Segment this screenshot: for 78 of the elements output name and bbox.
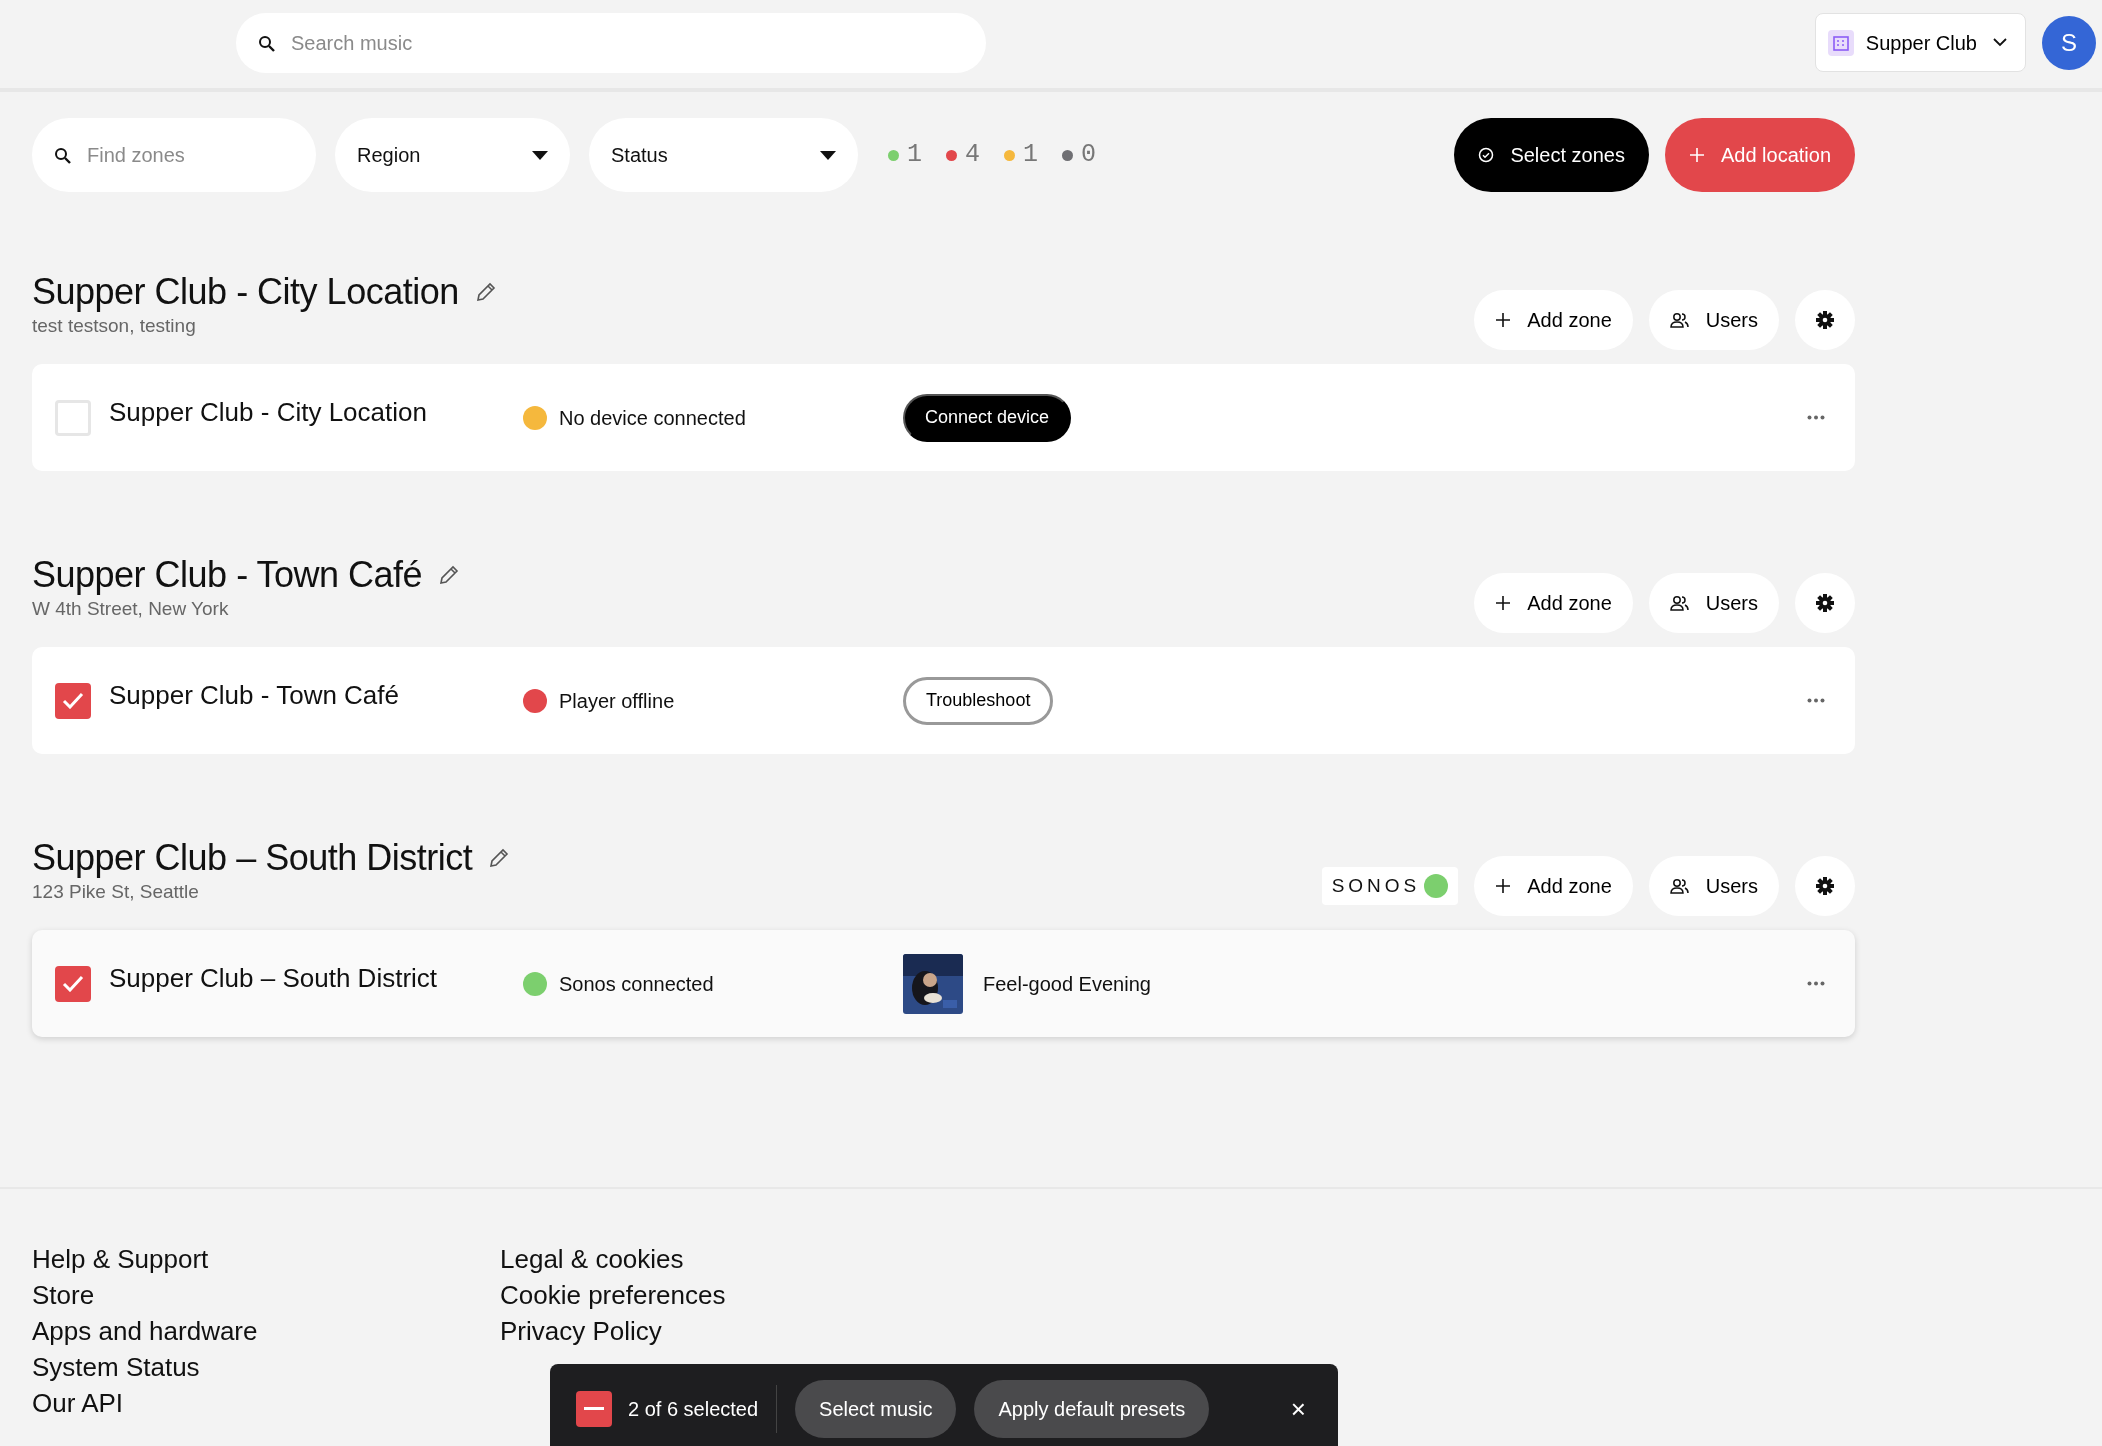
location-address: W 4th Street, New York — [32, 596, 230, 621]
troubleshoot-button[interactable]: Troubleshoot — [903, 676, 1054, 725]
search-field[interactable]: Search music — [236, 13, 986, 73]
status-count: 1 — [907, 139, 922, 172]
connect-device-button[interactable]: Connect device — [903, 393, 1072, 442]
zone-name: Supper Club - Town Café — [109, 679, 400, 713]
find-zones-field[interactable]: Find zones — [32, 118, 316, 192]
caret-down-icon — [820, 150, 836, 160]
add-location-button[interactable]: Add location — [1664, 118, 1855, 192]
add-zone-button[interactable]: Add zone — [1474, 290, 1633, 351]
settings-icon — [1816, 877, 1834, 896]
zone-name: Supper Club - City Location — [109, 396, 428, 430]
footer-link[interactable]: Legal & cookies — [500, 1241, 684, 1278]
deselect-checkbox[interactable] — [576, 1391, 612, 1427]
search-icon — [258, 34, 275, 52]
more-icon — [1807, 415, 1825, 421]
status-count: 0 — [1081, 139, 1097, 172]
location-title: Supper Club – South District — [32, 838, 473, 878]
footer-link[interactable]: Privacy Policy — [500, 1313, 662, 1350]
minus-icon — [584, 1407, 604, 1411]
pencil-icon[interactable] — [474, 280, 497, 303]
users-icon — [1669, 312, 1690, 329]
add-zone-button[interactable]: Add zone — [1474, 856, 1633, 917]
location-address: test testson, testing — [32, 313, 197, 338]
search-input[interactable]: Search music — [289, 27, 964, 59]
account-dropdown[interactable]: Supper Club — [1814, 13, 2026, 72]
building-icon — [1827, 29, 1854, 56]
select-music-button[interactable]: Select music — [795, 1380, 957, 1438]
playlist-title[interactable]: Feel-good Evening — [983, 968, 1151, 999]
dropdown[interactable]: Region — [335, 118, 570, 192]
more-icon — [1807, 698, 1825, 704]
settings-icon — [1816, 594, 1834, 613]
zone-name: Supper Club – South District — [109, 962, 439, 996]
status-count: 4 — [965, 139, 981, 172]
plus-icon — [1495, 312, 1512, 329]
chevron-down-icon — [1993, 38, 2007, 47]
checkbox[interactable] — [55, 682, 91, 719]
checkbox[interactable] — [55, 965, 91, 1002]
select-zones-button[interactable]: Select zones — [1454, 118, 1649, 192]
close-button[interactable]: × — [1284, 1388, 1312, 1430]
check-icon — [62, 975, 84, 993]
users-button[interactable]: Users — [1648, 573, 1779, 634]
footer-link[interactable]: Cookie preferences — [500, 1277, 726, 1314]
status-text: No device connected — [559, 405, 746, 431]
check-icon — [62, 692, 84, 710]
users-button[interactable]: Users — [1648, 856, 1779, 917]
apply-presets-button[interactable]: Apply default presets — [974, 1380, 1210, 1438]
footer-link[interactable]: Store — [32, 1277, 95, 1314]
plus-icon — [1688, 147, 1705, 163]
more-icon — [1807, 981, 1825, 987]
settings-icon — [1816, 311, 1834, 330]
location-address: 123 Pike St, Seattle — [32, 879, 200, 904]
caret-down-icon — [532, 150, 548, 160]
selection-count: 2 of 6 selected — [628, 1397, 759, 1422]
checkbox[interactable] — [55, 399, 91, 436]
footer-link[interactable]: Our API — [32, 1385, 124, 1422]
status-count: 1 — [1023, 139, 1039, 172]
location-title: Supper Club - Town Café — [32, 555, 423, 595]
search-icon — [54, 146, 71, 164]
footer-link[interactable]: Apps and hardware — [32, 1313, 258, 1350]
plus-icon — [1495, 595, 1512, 612]
avatar[interactable]: S — [2042, 15, 2096, 70]
plus-icon — [1495, 878, 1512, 895]
add-zone-button[interactable]: Add zone — [1474, 573, 1633, 634]
status-text: Player offline — [559, 688, 675, 714]
pencil-icon[interactable] — [488, 847, 511, 869]
pencil-icon[interactable] — [438, 563, 461, 586]
sonos-badge: SONOS — [1321, 867, 1459, 906]
users-icon — [1669, 878, 1690, 895]
users-button[interactable]: Users — [1648, 290, 1779, 351]
footer-link[interactable]: System Status — [32, 1349, 200, 1386]
users-icon — [1669, 595, 1690, 612]
check-circle-icon — [1478, 147, 1495, 163]
location-title: Supper Club - City Location — [32, 272, 459, 312]
footer-link[interactable]: Help & Support — [32, 1241, 209, 1278]
dropdown[interactable]: Status — [589, 118, 858, 192]
find-zones-input[interactable]: Find zones — [85, 139, 294, 171]
status-text: Sonos connected — [559, 971, 714, 997]
